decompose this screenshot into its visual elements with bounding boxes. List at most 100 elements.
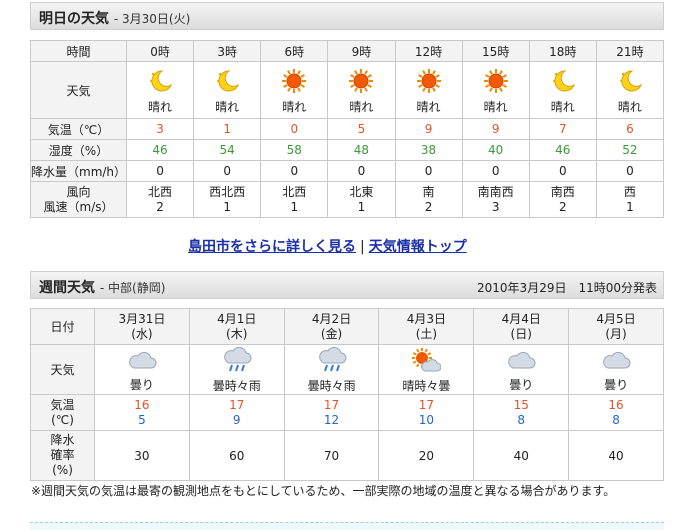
weekly-temp-cell: 17 12 bbox=[283, 394, 380, 431]
humidity-cell: 38 bbox=[394, 139, 463, 161]
tomorrow-title: 明日の天気 - 3月30日(火) bbox=[39, 8, 190, 28]
weekly-weather-row: 天気 曇り 曇時々雨 曇時々雨 晴時々曇 曇り 曇り bbox=[30, 344, 664, 395]
low-temp: 5 bbox=[138, 412, 146, 427]
weather-text: 晴れ bbox=[215, 99, 240, 114]
weather-top-link[interactable]: 天気情報トップ bbox=[369, 239, 467, 255]
weather-label: 天気 bbox=[30, 61, 127, 119]
links-bar: 島田市をさらに詳しく見る | 天気情報トップ bbox=[188, 236, 467, 256]
weekly-issued: 2010年3月29日 11時00分発表 bbox=[477, 281, 657, 295]
temp-cell: 1 bbox=[193, 118, 262, 140]
weather-cell: 晴れ bbox=[394, 61, 463, 119]
time-row: 時間 0時 3時 6時 9時 12時 15時 18時 21時 bbox=[30, 40, 665, 62]
date-cell: 4月3日 (土) bbox=[378, 308, 475, 345]
rain-cell: 0 bbox=[461, 160, 530, 182]
rain-cell: 0 bbox=[193, 160, 262, 182]
rain-row: 降水量（mm/h） 0 0 0 0 0 0 0 0 bbox=[30, 160, 665, 182]
weather-text: 晴れ bbox=[416, 99, 441, 114]
weather-cell: 晴れ bbox=[528, 61, 597, 119]
weekly-rain-cell: 20 bbox=[378, 430, 475, 481]
day-of-week: (日) bbox=[510, 326, 532, 341]
weekly-rain-label-2: 確率 bbox=[50, 448, 75, 462]
sun-cloud-icon bbox=[379, 347, 473, 376]
weekly-temp-cell: 16 8 bbox=[568, 394, 664, 431]
rain-cell: 0 bbox=[125, 160, 195, 182]
weekly-temp-label: 気温 (℃) bbox=[30, 394, 95, 431]
wind-label: 風向 風速（m/s） bbox=[30, 181, 127, 218]
date-text: 4月4日 bbox=[501, 311, 541, 326]
low-temp: 12 bbox=[323, 412, 340, 427]
weekly-weather-text: 曇時々雨 bbox=[307, 379, 356, 393]
day-of-week: (月) bbox=[605, 326, 627, 341]
time-cell: 9時 bbox=[327, 40, 396, 62]
date-text: 3月31日 bbox=[118, 311, 166, 326]
humidity-cell: 52 bbox=[595, 139, 665, 161]
date-text: 4月2日 bbox=[311, 311, 352, 326]
weekly-rain-cell: 70 bbox=[283, 430, 380, 481]
rain-cell: 0 bbox=[327, 160, 396, 182]
cloud-rain-icon bbox=[285, 346, 379, 376]
high-temp: 17 bbox=[418, 397, 435, 412]
weather-text: 晴れ bbox=[349, 99, 374, 114]
weekly-weather-cell: 曇り bbox=[94, 344, 190, 395]
temp-cell: 0 bbox=[260, 118, 329, 140]
weekly-temp-cell: 17 10 bbox=[378, 394, 475, 431]
time-cell: 3時 bbox=[193, 40, 262, 62]
wind-cell: 西1 bbox=[595, 181, 665, 218]
weekly-weather-cell: 曇時々雨 bbox=[283, 344, 380, 395]
weekly-temp-row: 気温 (℃) 16 5 17 9 17 12 17 10 15 8 16 8 bbox=[30, 394, 664, 431]
weekly-rain-label: 降水 確率 (%) bbox=[30, 430, 95, 481]
weather-cell: 晴れ bbox=[125, 61, 195, 119]
weekly-weather-cell: 曇り bbox=[568, 344, 664, 395]
temp-cell: 9 bbox=[461, 118, 530, 140]
wind-speed-label: 風速（m/s） bbox=[43, 199, 114, 214]
wind-speed: 2 bbox=[424, 199, 433, 214]
wind-cell: 北東 1 bbox=[327, 181, 396, 218]
temp-cell: 9 bbox=[394, 118, 463, 140]
time-cell: 6時 bbox=[260, 40, 329, 62]
date-text: 4月3日 bbox=[406, 311, 447, 326]
weekly-forecast-table: 日付 3月31日 (水) 4月1日 (木) 4月2日 (金) 4月3日 (土) 4月4日 (日) 4月… bbox=[30, 308, 664, 481]
wind-dir: 西 bbox=[623, 184, 636, 199]
humidity-cell: 54 bbox=[193, 139, 262, 161]
wind-speed: 1 bbox=[290, 199, 299, 214]
weekly-weather-text: 晴時々曇 bbox=[402, 379, 451, 393]
weekly-weather-text: 曇り bbox=[509, 378, 534, 392]
temp-cell: 3 bbox=[125, 118, 195, 140]
weather-row: 天気 晴れ 晴れ 晴れ 晴れ 晴れ 晴れ 晴れ 晴れ bbox=[30, 61, 665, 119]
day-of-week: (金) bbox=[320, 326, 343, 341]
weekly-temp-cell: 15 8 bbox=[473, 394, 570, 431]
weekly-weather-text: 曇時々雨 bbox=[212, 379, 261, 393]
date-cell: 3月31日 (水) bbox=[94, 308, 190, 345]
high-temp: 15 bbox=[513, 397, 529, 412]
time-label: 時間 bbox=[30, 40, 127, 62]
wind-cell: 西北西 1 bbox=[193, 181, 262, 218]
time-cell: 21時 bbox=[595, 40, 665, 62]
weekly-weather-cell: 晴時々曇 bbox=[378, 344, 475, 395]
wind-cell: 南南西 3 bbox=[461, 181, 530, 218]
sun-icon bbox=[328, 68, 394, 97]
humidity-label: 湿度（%） bbox=[30, 139, 127, 161]
day-of-week: (水) bbox=[131, 326, 153, 341]
temp-row: 気温（℃） 3 1 0 5 9 9 7 6 bbox=[30, 118, 665, 140]
wind-dir: 南 bbox=[422, 184, 435, 199]
weather-cell: 晴れ bbox=[461, 61, 530, 119]
tomorrow-header: 明日の天気 - 3月30日(火) bbox=[30, 2, 664, 30]
detail-link[interactable]: 島田市をさらに詳しく見る bbox=[188, 239, 356, 255]
low-temp: 8 bbox=[517, 412, 526, 427]
humidity-cell: 58 bbox=[260, 139, 329, 161]
weather-cell: 晴れ bbox=[327, 61, 396, 119]
humidity-cell: 46 bbox=[528, 139, 597, 161]
weather-cell: 晴れ bbox=[260, 61, 329, 119]
wind-dir: 北東 bbox=[349, 184, 374, 199]
weekly-weather-text: 曇り bbox=[129, 378, 154, 392]
weather-cell: 晴れ bbox=[193, 61, 262, 119]
weekly-note: ※週間天気の気温は最寄の観測地点をもとにしているため、一部実際の地域の温度と異な… bbox=[31, 484, 616, 498]
wind-dir-label: 風向 bbox=[66, 184, 91, 199]
time-cell: 15時 bbox=[461, 40, 530, 62]
cloud-rain-icon bbox=[190, 346, 284, 376]
temp-label: 気温（℃） bbox=[30, 118, 127, 140]
humidity-cell: 48 bbox=[327, 139, 396, 161]
wind-dir: 北西 bbox=[148, 184, 173, 199]
weather-cell: 晴れ bbox=[595, 61, 665, 119]
weekly-rain-cell: 30 bbox=[94, 430, 190, 481]
